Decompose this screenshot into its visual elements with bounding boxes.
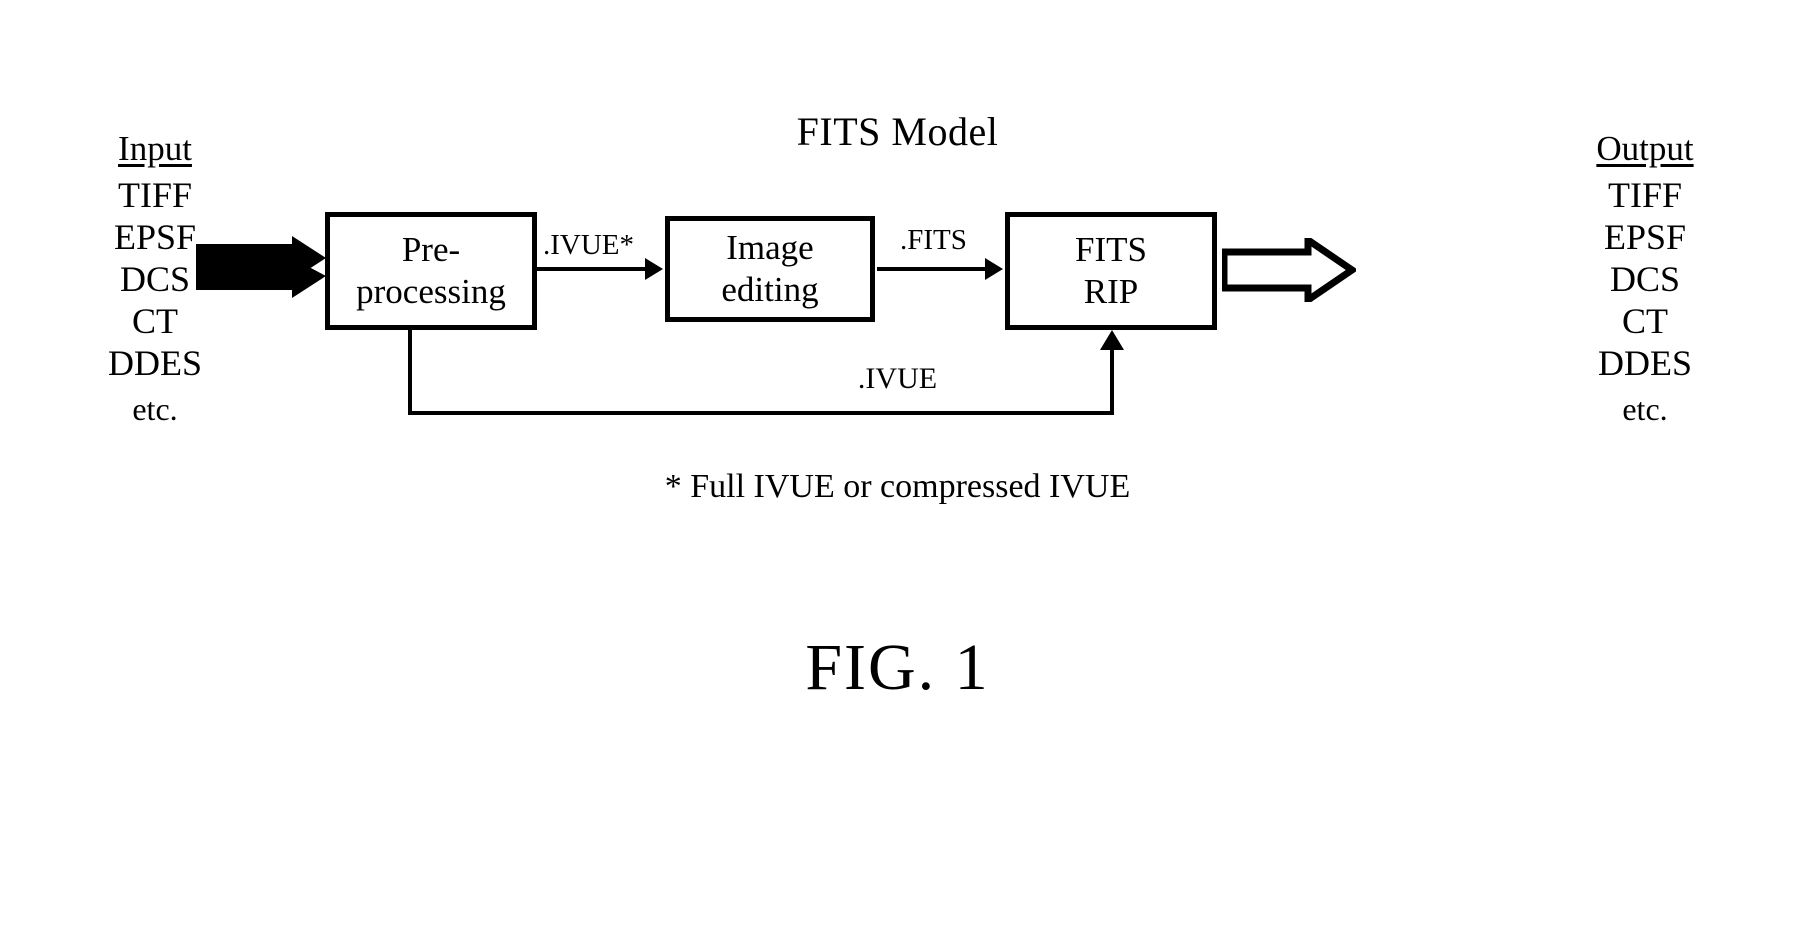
input-block-arrow-icon: [196, 236, 326, 298]
footnote-text: * Full IVUE or compressed IVUE: [664, 468, 1131, 505]
feedback-arrowhead-up: [1100, 330, 1124, 350]
output-format-ct: CT: [1621, 301, 1668, 341]
box-fits-rip-line1: FITS: [1075, 230, 1147, 269]
connector-line-ivue: [537, 267, 653, 271]
output-format-tiff: TIFF: [1607, 175, 1683, 215]
connector-label-ivue-feedback: .IVUE: [857, 362, 938, 395]
box-image-editing-line1: Image: [726, 228, 814, 267]
output-block-arrow-icon: [1222, 238, 1356, 302]
box-image-editing-line2: editing: [721, 270, 819, 309]
input-format-tiff: TIFF: [117, 175, 193, 215]
patent-figure: FITS Model Input TIFF EPSF DCS CT DDES e…: [0, 0, 1795, 950]
figure-caption: FIG. 1: [805, 631, 990, 704]
box-preprocessing-line2: processing: [356, 272, 506, 311]
output-format-epsf: EPSF: [1603, 217, 1687, 257]
connector-arrowhead-fits: [985, 258, 1003, 280]
process-box-image-editing: Image editing: [665, 216, 875, 322]
input-column-heading: Input: [118, 129, 192, 168]
output-format-dcs: DCS: [1609, 259, 1681, 299]
process-box-preprocessing: Pre- processing: [325, 212, 537, 330]
box-preprocessing-line1: Pre-: [401, 230, 461, 269]
output-column-heading: Output: [1596, 129, 1694, 168]
process-box-fits-rip: FITS RIP: [1005, 212, 1217, 330]
connector-line-fits: [877, 267, 993, 271]
connector-label-fits: .FITS: [900, 224, 967, 256]
feedback-line-horizontal: [408, 411, 1114, 415]
connector-label-ivue-star: .IVUE*: [543, 229, 635, 261]
box-fits-rip-line2: RIP: [1083, 272, 1139, 311]
input-format-ct: CT: [131, 301, 178, 341]
connector-arrowhead-ivue: [645, 258, 663, 280]
